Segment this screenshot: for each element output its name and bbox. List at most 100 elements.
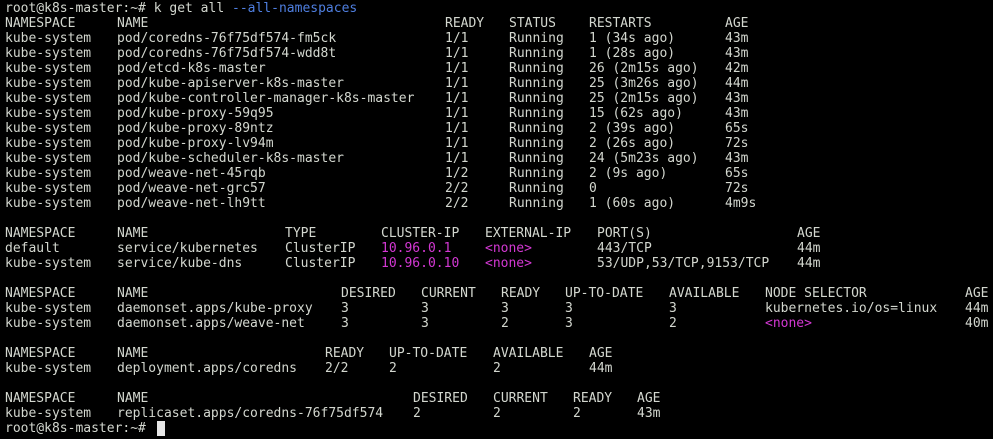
replicasets-header-desired: DESIRED — [413, 391, 468, 406]
pod-namespace: kube-system — [5, 106, 92, 121]
pod-status: Running — [509, 46, 564, 61]
daemonset-up-to-date: 3 — [565, 301, 573, 316]
deployments-header-namespace: NAMESPACE — [5, 346, 76, 361]
pods-header-name: NAME — [117, 16, 149, 31]
pod-ready: 1/1 — [445, 151, 469, 166]
pod-age: 44m — [725, 76, 749, 91]
service-cluster-ip: 10.96.0.10 — [381, 256, 460, 271]
pod-ready: 1/2 — [445, 166, 469, 181]
pod-restarts: 1 (28s ago) — [589, 46, 676, 61]
pod-restarts: 2 (9s ago) — [589, 166, 668, 181]
services-header-name: NAME — [117, 226, 149, 241]
pod-namespace: kube-system — [5, 31, 92, 46]
pod-name: pod/kube-scheduler-k8s-master — [117, 151, 344, 166]
replicaset-desired: 2 — [413, 406, 421, 421]
service-namespace: default — [5, 241, 60, 256]
daemonset-current: 3 — [421, 316, 429, 331]
daemonset-available: 3 — [669, 301, 677, 316]
command-text: k get all — [153, 1, 225, 16]
daemonset-name: daemonset.apps/kube-proxy — [117, 301, 313, 316]
pod-restarts: 2 (39s ago) — [589, 121, 676, 136]
pod-ready: 1/1 — [445, 61, 469, 76]
pod-ready: 1/1 — [445, 76, 469, 91]
replicaset-ready: 2 — [573, 406, 581, 421]
pod-restarts: 15 (62s ago) — [589, 106, 683, 121]
pod-name: pod/kube-proxy-59q95 — [117, 106, 274, 121]
daemonsets-header-current: CURRENT — [421, 286, 476, 301]
pod-namespace: kube-system — [5, 121, 92, 136]
pod-name: pod/kube-proxy-89ntz — [117, 121, 274, 136]
services-header-ports: PORT(S) — [597, 226, 652, 241]
pod-age: 4m9s — [725, 196, 757, 211]
daemonset-node-selector: <none> — [765, 316, 812, 331]
deployments-header-up-to-date: UP-TO-DATE — [389, 346, 468, 361]
daemonsets-header-desired: DESIRED — [341, 286, 396, 301]
daemonset-node-selector: kubernetes.io/os=linux — [765, 301, 938, 316]
pod-restarts: 1 (34s ago) — [589, 31, 676, 46]
services-header-external-ip: EXTERNAL-IP — [485, 226, 572, 241]
daemonsets-header-ready: READY — [501, 286, 541, 301]
service-age: 44m — [797, 256, 821, 271]
pod-status: Running — [509, 166, 564, 181]
terminal-window[interactable]: root@k8s-master:~# k get all --all-names… — [0, 0, 993, 439]
replicasets-header-name: NAME — [117, 391, 149, 406]
pod-status: Running — [509, 91, 564, 106]
pod-restarts: 26 (2m15s ago) — [589, 61, 699, 76]
service-ports: 53/UDP,53/TCP,9153/TCP — [597, 256, 770, 271]
deployments-header-name: NAME — [117, 346, 149, 361]
pod-age: 72s — [725, 181, 749, 196]
pod-age: 43m — [725, 46, 749, 61]
pod-ready: 1/1 — [445, 136, 469, 151]
prompt-user-host: root@k8s-master:~# — [5, 1, 146, 16]
pod-ready: 2/2 — [445, 196, 469, 211]
pod-age: 43m — [725, 91, 749, 106]
pod-name: pod/kube-controller-manager-k8s-master — [117, 91, 415, 106]
pod-status: Running — [509, 121, 564, 136]
pod-age: 65s — [725, 166, 749, 181]
daemonset-age: 44m — [965, 301, 989, 316]
pod-namespace: kube-system — [5, 166, 92, 181]
services-header-cluster-ip: CLUSTER-IP — [381, 226, 460, 241]
daemonset-available: 2 — [669, 316, 677, 331]
command-line: root@k8s-master:~# k get all --all-names… — [5, 1, 357, 16]
service-ports: 443/TCP — [597, 241, 652, 256]
pod-name: pod/coredns-76f75df574-fm5ck — [117, 31, 337, 46]
pod-status: Running — [509, 196, 564, 211]
deployment-age: 44m — [589, 361, 613, 376]
service-external-ip: <none> — [485, 241, 532, 256]
daemonset-name: daemonset.apps/weave-net — [117, 316, 305, 331]
deployment-name: deployment.apps/coredns — [117, 361, 298, 376]
final-prompt[interactable]: root@k8s-master:~# — [5, 421, 146, 436]
deployments-header-age: AGE — [589, 346, 613, 361]
daemonsets-header-node-selector: NODE SELECTOR — [765, 286, 867, 301]
service-name: service/kube-dns — [117, 256, 243, 271]
replicaset-namespace: kube-system — [5, 406, 92, 421]
replicasets-header-ready: READY — [573, 391, 613, 406]
pod-age: 43m — [725, 106, 749, 121]
pod-name: pod/kube-apiserver-k8s-master — [117, 76, 344, 91]
pod-restarts: 0 — [589, 181, 597, 196]
terminal-cursor[interactable] — [157, 421, 165, 436]
daemonsets-header-namespace: NAMESPACE — [5, 286, 76, 301]
replicasets-header-age: AGE — [637, 391, 661, 406]
pod-status: Running — [509, 181, 564, 196]
pod-status: Running — [509, 151, 564, 166]
pod-namespace: kube-system — [5, 181, 92, 196]
daemonset-desired: 3 — [341, 316, 349, 331]
pods-header-namespace: NAMESPACE — [5, 16, 76, 31]
pod-status: Running — [509, 106, 564, 121]
deployments-header-available: AVAILABLE — [493, 346, 564, 361]
daemonsets-header-up-to-date: UP-TO-DATE — [565, 286, 644, 301]
deployment-namespace: kube-system — [5, 361, 92, 376]
daemonset-age: 40m — [965, 316, 989, 331]
pod-namespace: kube-system — [5, 46, 92, 61]
replicasets-header-current: CURRENT — [493, 391, 548, 406]
pods-header-restarts: RESTARTS — [589, 16, 652, 31]
deployment-available: 2 — [493, 361, 501, 376]
pod-name: pod/etcd-k8s-master — [117, 61, 266, 76]
replicasets-header-namespace: NAMESPACE — [5, 391, 76, 406]
pod-ready: 1/1 — [445, 106, 469, 121]
command-flag: --all-namespaces — [232, 1, 358, 16]
service-age: 44m — [797, 241, 821, 256]
services-header-namespace: NAMESPACE — [5, 226, 76, 241]
